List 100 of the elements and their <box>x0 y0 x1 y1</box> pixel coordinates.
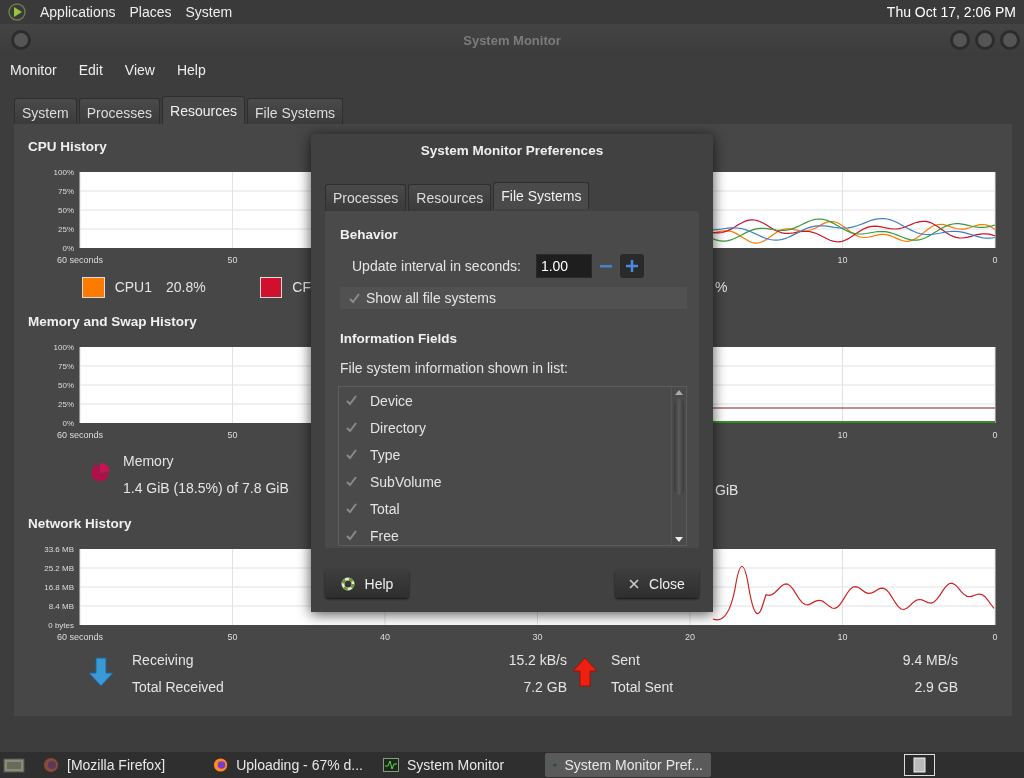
play-circle-icon[interactable] <box>8 3 26 21</box>
taskbar-item[interactable]: System Monitor Pref... <box>545 753 711 777</box>
list-caption: File system information shown in list: <box>340 360 569 376</box>
y-tick-label: 8.4 MB <box>48 602 74 611</box>
checkbox[interactable] <box>349 292 360 304</box>
x-tick-label: 10 <box>837 255 848 265</box>
lifebuoy-icon <box>340 577 355 591</box>
list-item[interactable]: SubVolume <box>370 473 442 490</box>
x-tick-label: 50 <box>227 430 238 440</box>
checkbox[interactable] <box>346 422 357 433</box>
y-tick-label: 25.2 MB <box>44 564 74 573</box>
window-title: System Monitor <box>463 32 561 48</box>
panel-menu[interactable]: Places <box>129 4 172 20</box>
tab[interactable]: Resources <box>408 184 492 211</box>
up-arrow-icon <box>572 657 598 687</box>
tab[interactable]: Resources <box>162 96 245 124</box>
color-swatch[interactable] <box>259 276 283 298</box>
browser-icon <box>213 757 229 773</box>
list-item[interactable]: Total <box>370 500 400 517</box>
list-item[interactable]: Type <box>370 446 401 463</box>
section-heading: Information Fields <box>340 331 458 347</box>
plus-icon <box>625 260 638 272</box>
scrollbar[interactable] <box>671 387 686 545</box>
minus-icon <box>599 264 612 268</box>
y-tick-label: 50% <box>58 381 74 390</box>
x-tick-label: 60 seconds <box>57 632 103 642</box>
checkbox[interactable] <box>346 530 357 541</box>
legend-value: % <box>715 278 729 297</box>
network-value: 9.4 MB/s <box>902 652 958 668</box>
menu-item[interactable]: Edit <box>78 62 103 78</box>
checkbox[interactable] <box>346 449 357 460</box>
interval-input[interactable]: 1.00 <box>535 254 592 278</box>
y-tick-label: 75% <box>58 187 74 196</box>
x-tick-label: 0 <box>992 632 998 642</box>
window-control-button[interactable] <box>950 30 970 50</box>
x-tick-label: 0 <box>992 430 998 440</box>
panel-menu[interactable]: System <box>185 4 233 20</box>
list-item[interactable]: Free <box>370 527 399 544</box>
list-item[interactable]: Directory <box>370 419 426 436</box>
y-tick-label: 75% <box>58 362 74 371</box>
taskbar-item[interactable]: Uploading - 67% d... <box>205 753 371 777</box>
y-tick-label: 100% <box>53 168 74 177</box>
window-control-button[interactable] <box>975 30 995 50</box>
y-tick-label: 50% <box>58 206 74 215</box>
legend-label: Memory <box>123 453 175 469</box>
network-label: Sent <box>611 652 640 668</box>
x-tick-label: 10 <box>837 430 848 440</box>
x-tick-label: 10 <box>837 632 848 642</box>
menu-item[interactable]: View <box>124 62 155 78</box>
x-tick-label: 60 seconds <box>57 255 103 265</box>
x-tick-label: 30 <box>532 632 543 642</box>
network-value: 15.2 kB/s <box>507 652 567 668</box>
y-tick-label: 0 bytes <box>48 621 74 630</box>
dialog-title: System Monitor Preferences <box>420 142 604 158</box>
tab[interactable]: File Systems <box>246 98 344 126</box>
color-swatch[interactable] <box>82 276 105 298</box>
y-tick-label: 25% <box>58 400 74 409</box>
scroll-down-icon[interactable] <box>675 537 683 542</box>
y-tick-label: 25% <box>58 225 74 234</box>
increment-button[interactable] <box>619 254 644 278</box>
checkbox[interactable] <box>346 395 357 406</box>
close-button[interactable]: Close <box>615 570 699 598</box>
window-control-button[interactable] <box>1000 30 1020 50</box>
tab[interactable]: Processes <box>78 98 161 126</box>
network-value: 7.2 GB <box>522 679 567 695</box>
tab[interactable]: System <box>14 98 77 126</box>
pie-chart-icon <box>92 461 112 481</box>
y-tick-label: 0% <box>62 244 74 253</box>
taskbar-item[interactable]: [Mozilla Firefox] <box>35 753 201 777</box>
tab[interactable]: File Systems <box>493 182 590 209</box>
checkbox-row[interactable]: Show all file systems <box>340 287 687 309</box>
menu-item[interactable]: Help <box>176 62 206 78</box>
checkbox[interactable] <box>346 476 357 487</box>
network-label: Receiving <box>132 652 195 668</box>
x-tick-label: 60 seconds <box>57 430 103 440</box>
y-tick-label: 100% <box>53 343 74 352</box>
x-tick-label: 0 <box>992 255 998 265</box>
clock[interactable]: Thu Oct 17, 2:06 PM <box>886 4 1016 20</box>
browser-icon <box>43 757 59 773</box>
checkbox[interactable] <box>346 503 357 514</box>
panel-menu[interactable]: Applications <box>40 4 116 20</box>
menu-item[interactable]: Monitor <box>10 62 57 78</box>
network-label: Total Sent <box>611 679 674 695</box>
list-item[interactable]: Device <box>370 392 413 409</box>
taskbar-item[interactable]: System Monitor <box>375 753 541 777</box>
help-button[interactable]: Help <box>325 570 409 598</box>
workspace-icon[interactable] <box>904 754 935 776</box>
y-tick-label: 33.6 MB <box>44 545 74 554</box>
legend-value: 20.8% <box>166 279 206 295</box>
y-tick-label: 16.8 MB <box>44 583 74 592</box>
window-menu-button[interactable] <box>11 30 31 50</box>
y-tick-label: 0% <box>62 419 74 428</box>
memory-usage: 1.4 GiB (18.5%) of 7.8 GiB <box>123 480 289 496</box>
network-label: Total Received <box>132 679 225 695</box>
legend-label: CPU1 <box>114 279 152 295</box>
section-title: Memory and Swap History <box>28 314 197 330</box>
legend-label: CF <box>292 279 311 295</box>
tab[interactable]: Processes <box>325 184 407 211</box>
scroll-up-icon[interactable] <box>675 390 683 395</box>
section-title: CPU History <box>28 139 107 155</box>
